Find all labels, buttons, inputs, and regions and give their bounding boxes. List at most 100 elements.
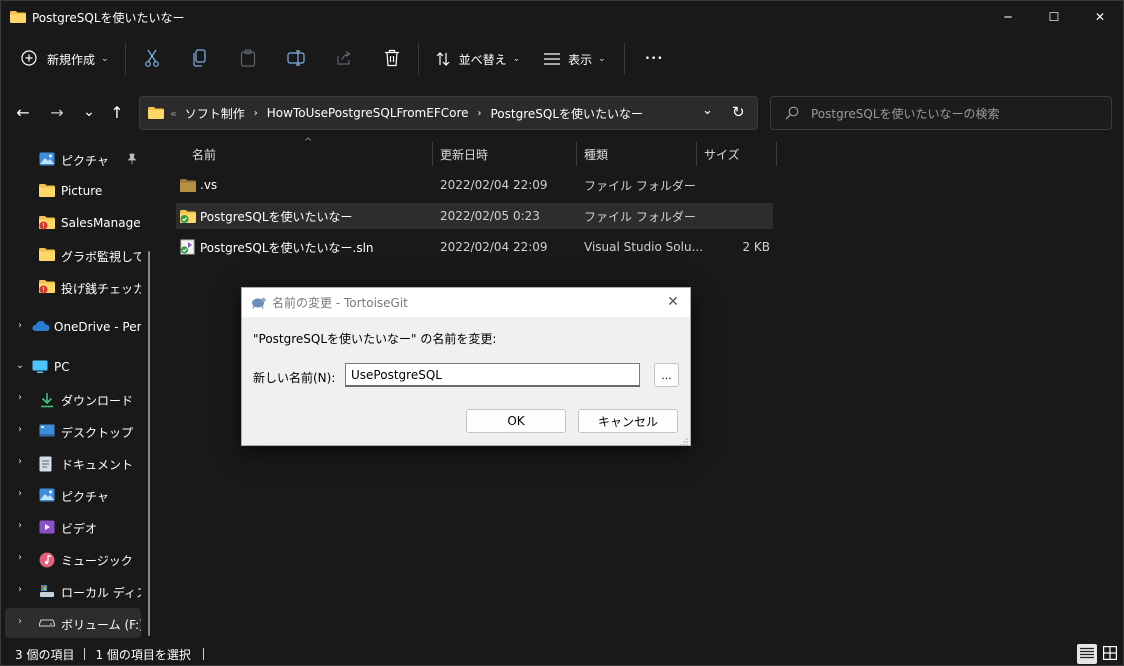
new-button[interactable]: 新規作成 ⌄: [11, 41, 119, 77]
chevron-right-icon[interactable]: ›: [14, 520, 26, 531]
sidebar-item[interactable]: › ピクチャ: [5, 480, 141, 510]
window-title: PostgreSQLを使いたいなー: [32, 10, 185, 25]
sidebar-item[interactable]: › ローカル ディスク (: [5, 576, 141, 606]
folder-icon: [180, 172, 196, 198]
local-disk-icon: [39, 584, 55, 598]
chevron-right-icon[interactable]: ›: [14, 552, 26, 563]
sidebar-item-label: ピクチャ: [61, 154, 109, 168]
sidebar-item[interactable]: › ミュージック: [5, 544, 141, 574]
more-options-button[interactable]: •••: [635, 41, 674, 77]
file-size: [704, 172, 770, 198]
chevron-right-icon[interactable]: ›: [14, 584, 26, 595]
breadcrumb-item[interactable]: PostgreSQLを使いたいなー: [491, 105, 644, 122]
copy-button[interactable]: [186, 41, 214, 77]
sidebar-item[interactable]: › ダウンロード: [5, 384, 141, 414]
breadcrumb-overflow[interactable]: «: [170, 107, 177, 120]
sort-button[interactable]: 並べ替え ⌄: [425, 41, 531, 77]
resize-grip-icon[interactable]: [680, 435, 688, 446]
sidebar-item[interactable]: グラボ監視して変: [5, 240, 141, 270]
file-date: 2022/02/05 0:23: [440, 209, 540, 223]
column-divider[interactable]: [576, 142, 577, 166]
sidebar-item[interactable]: ピクチャ: [5, 144, 141, 174]
dialog-close-button[interactable]: ✕: [664, 293, 682, 311]
breadcrumb-item[interactable]: ソフト制作: [185, 105, 245, 122]
chevron-down-icon[interactable]: ⌄: [14, 360, 26, 371]
folder-git-clean-icon: [180, 203, 196, 229]
maximize-button[interactable]: ☐: [1031, 1, 1077, 33]
pin-icon[interactable]: [126, 153, 138, 168]
sidebar-item[interactable]: 投げ銭チェッカー: [5, 272, 141, 302]
sidebar-item[interactable]: › OneDrive - Perso: [5, 312, 141, 342]
folder-icon: [148, 107, 164, 119]
sidebar-item[interactable]: › デスクトップ: [5, 416, 141, 446]
dialog-message: "PostgreSQLを使いたいなー" の名前を変更:: [253, 332, 497, 346]
sidebar-scrollbar[interactable]: [148, 251, 150, 636]
share-button[interactable]: [330, 41, 358, 77]
paste-button[interactable]: [234, 41, 262, 77]
forward-button[interactable]: →: [43, 98, 71, 126]
address-dropdown-button[interactable]: ⌄: [702, 103, 713, 118]
chevron-right-icon[interactable]: ›: [14, 424, 26, 435]
sidebar-item[interactable]: › ビデオ: [5, 512, 141, 542]
sidebar-item[interactable]: › ドキュメント: [5, 448, 141, 478]
chevron-right-icon[interactable]: ›: [14, 320, 26, 331]
back-button[interactable]: ←: [9, 98, 37, 126]
file-row[interactable]: PostgreSQLを使いたいなー 2022/02/05 0:23 ファイル フ…: [176, 203, 773, 229]
sidebar-item[interactable]: ⌄ PC: [5, 352, 141, 382]
breadcrumb-separator[interactable]: ›: [478, 108, 482, 119]
file-type: ファイル フォルダー: [584, 209, 696, 224]
address-bar[interactable]: « ソフト制作 › HowToUsePostgreSQLFromEFCore ›…: [139, 96, 758, 130]
view-button[interactable]: 表示 ⌄: [534, 41, 616, 77]
navigation-pane: ピクチャ Picture SalesManagem グラボ監視して変投げ銭チェッカー ›…: [1, 142, 151, 642]
ok-label: OK: [507, 414, 525, 428]
sort-ascending-icon: ^: [304, 136, 312, 148]
search-box[interactable]: PostgreSQLを使いたいなーの検索: [770, 96, 1112, 130]
cut-button[interactable]: [138, 41, 166, 77]
sidebar-item-label: Picture: [61, 184, 103, 198]
sidebar-item-label: OneDrive - Perso: [54, 320, 141, 334]
onedrive-icon: [32, 320, 50, 334]
new-name-input[interactable]: UsePostgreSQL: [345, 363, 640, 387]
chevron-right-icon[interactable]: ›: [14, 616, 26, 627]
folder-git-modified-icon: [39, 216, 55, 230]
tiles-view-button[interactable]: [1100, 644, 1120, 664]
refresh-icon: ↻: [732, 103, 745, 121]
rename-button[interactable]: [282, 41, 310, 77]
paste-icon: [240, 48, 256, 70]
ok-button[interactable]: OK: [466, 409, 566, 433]
column-divider[interactable]: [432, 142, 433, 166]
cancel-button[interactable]: キャンセル: [578, 409, 678, 433]
file-row[interactable]: .vs 2022/02/04 22:09 ファイル フォルダー: [176, 172, 773, 198]
delete-button[interactable]: [378, 41, 406, 77]
column-divider[interactable]: [696, 142, 697, 166]
column-header-date[interactable]: 更新日時: [440, 142, 576, 166]
column-divider[interactable]: [776, 142, 777, 166]
minimize-button[interactable]: ─: [985, 1, 1031, 33]
pictures-icon: [39, 152, 55, 166]
breadcrumb-item[interactable]: HowToUsePostgreSQLFromEFCore: [267, 106, 469, 120]
cancel-label: キャンセル: [597, 414, 658, 429]
chevron-right-icon[interactable]: ›: [14, 456, 26, 467]
up-button[interactable]: ↑: [103, 98, 131, 126]
column-header-size[interactable]: サイズ: [704, 142, 776, 166]
recent-locations-button[interactable]: ⌄: [75, 98, 103, 126]
chevron-right-icon[interactable]: ›: [14, 392, 26, 403]
file-size: 2 KB: [742, 240, 770, 254]
file-row[interactable]: PostgreSQLを使いたいなー.sln 2022/02/04 22:09 V…: [176, 234, 773, 260]
breadcrumb-separator[interactable]: ›: [254, 108, 258, 119]
copy-icon: [192, 48, 208, 70]
chevron-right-icon[interactable]: ›: [14, 488, 26, 499]
column-header-type[interactable]: 種類: [584, 142, 696, 166]
details-view-button[interactable]: [1077, 644, 1097, 664]
sidebar-item[interactable]: SalesManagem: [5, 208, 141, 238]
sidebar-item[interactable]: › ボリューム (F:): [5, 608, 141, 638]
scissors-icon: [144, 49, 160, 70]
chevron-down-icon: ⌄: [512, 54, 521, 64]
browse-button[interactable]: ...: [654, 363, 679, 387]
close-button[interactable]: ✕: [1077, 1, 1123, 33]
refresh-button[interactable]: ↻: [732, 103, 745, 121]
status-bar: 3 個の項目 1 個の項目を選択: [1, 643, 1123, 665]
sidebar-item-label: ローカル ディスク (: [61, 586, 141, 600]
column-label: サイズ: [704, 147, 740, 162]
sidebar-item[interactable]: Picture: [5, 176, 141, 206]
